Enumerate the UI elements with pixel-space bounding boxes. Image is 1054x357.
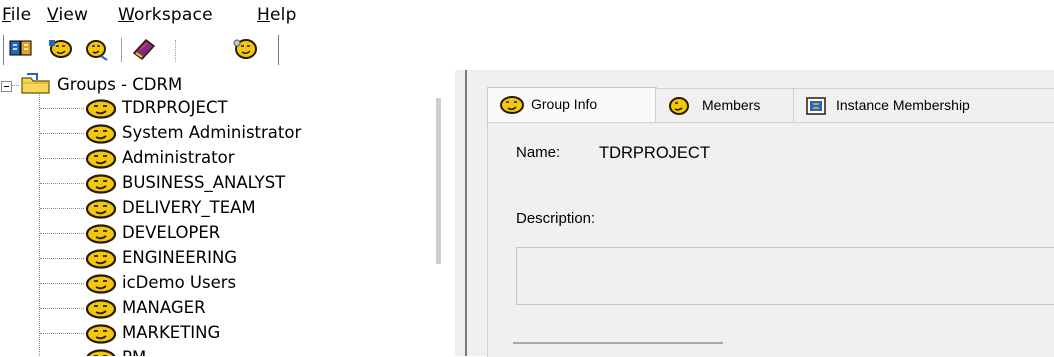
group-edit-icon[interactable] <box>83 36 109 62</box>
name-field[interactable]: TDRPROJECT <box>568 136 1054 170</box>
tree-item-label: DELIVERY_TEAM <box>122 198 256 217</box>
menu-help-mnemonic: H <box>257 5 270 25</box>
tree-item[interactable]: System Administrator <box>0 122 430 146</box>
toolbar <box>0 32 1054 66</box>
instance-icon <box>806 97 826 115</box>
menu-workspace-label: orkspace <box>134 5 213 25</box>
name-value: TDRPROJECT <box>599 144 710 162</box>
group-icon <box>85 174 116 194</box>
group-icon <box>500 96 524 114</box>
tab-label: Members <box>702 97 761 113</box>
tree-item-label: icDemo Users <box>122 273 237 292</box>
toolbar-edge <box>3 35 4 65</box>
group-icon <box>85 274 116 294</box>
tree-item[interactable]: DEVELOPER <box>0 222 430 246</box>
tree-connector <box>40 108 84 109</box>
group-add-icon[interactable] <box>47 36 73 62</box>
group-properties-icon[interactable] <box>232 36 258 62</box>
group-icon <box>85 149 116 169</box>
menu-view-mnemonic: V <box>47 5 59 25</box>
group-icon <box>86 349 116 356</box>
tree-connector <box>40 233 84 234</box>
tree-connector <box>40 283 84 284</box>
tree-item[interactable]: PM <box>0 347 430 356</box>
tree-connector <box>40 158 84 159</box>
tree-root-label: Groups - CDRM <box>57 75 183 94</box>
tree-item[interactable]: ENGINEERING <box>0 247 430 271</box>
menu-file[interactable]: File <box>2 5 31 25</box>
tree-connector <box>40 308 84 309</box>
tree-item[interactable]: BUSINESS_ANALYST <box>0 172 430 196</box>
menu-workspace-mnemonic: W <box>118 5 135 25</box>
group-icon <box>85 199 116 219</box>
tree-connector <box>40 208 84 209</box>
tree-item[interactable]: icDemo Users <box>0 272 430 296</box>
group-icon <box>85 124 116 144</box>
group-icon <box>85 99 116 119</box>
groups-tree: Groups - CDRM TDRPROJECT System Administ… <box>0 70 455 356</box>
tree-connector <box>40 333 84 334</box>
toolbar-separator <box>121 38 122 62</box>
menu-view[interactable]: View <box>47 5 88 25</box>
group-icon <box>85 224 116 244</box>
tree-item-label: MARKETING <box>122 323 221 342</box>
tree-scrollbar-thumb[interactable] <box>436 98 441 264</box>
group-icon <box>85 324 116 344</box>
toolbar-edge-right <box>278 35 279 65</box>
tree-connector <box>40 258 84 259</box>
tree-item-label: TDRPROJECT <box>122 98 228 117</box>
panel-divider <box>513 342 723 344</box>
details-pane: Group Info Members Instance Membership N… <box>465 70 1054 357</box>
group-icon <box>85 249 116 269</box>
tree-root-groups[interactable]: Groups - CDRM <box>0 70 430 94</box>
tree-item-label: PM <box>122 348 146 356</box>
tree-item-label: DEVELOPER <box>122 223 221 242</box>
collapse-icon[interactable] <box>1 81 12 92</box>
member-icon <box>669 97 689 115</box>
tab-members[interactable]: Members <box>655 88 795 122</box>
menu-view-label: iew <box>58 5 89 25</box>
tree-item-label: MANAGER <box>122 298 206 317</box>
name-label: Name: <box>516 144 561 161</box>
tab-label: Group Info <box>531 96 598 112</box>
toolbar-grip[interactable] <box>175 40 178 62</box>
menu-bar: File View Workspace Help <box>0 0 1054 30</box>
tree-connector <box>40 133 84 134</box>
tree-item-label: System Administrator <box>122 123 302 142</box>
tree-connector <box>11 85 19 86</box>
menu-help-label: elp <box>269 5 297 25</box>
menu-workspace[interactable]: Workspace <box>118 5 213 25</box>
group-scan-icon[interactable] <box>8 36 34 62</box>
description-label: Description: <box>516 210 596 227</box>
book-icon[interactable] <box>131 36 157 62</box>
tree-item-label: BUSINESS_ANALYST <box>122 173 286 192</box>
tree-connector <box>40 183 84 184</box>
pane-splitter[interactable] <box>455 70 465 356</box>
tab-instance-membership[interactable]: Instance Membership <box>793 88 1054 122</box>
tree-item[interactable]: MANAGER <box>0 297 430 321</box>
group-icon <box>85 299 116 319</box>
group-info-panel: Name: TDRPROJECT Description: <box>487 122 1054 357</box>
tree-item[interactable]: TDRPROJECT <box>0 97 430 121</box>
menu-help[interactable]: Help <box>257 5 297 25</box>
menu-file-label: ile <box>10 5 32 25</box>
tab-label: Instance Membership <box>836 97 970 113</box>
tree-item[interactable]: DELIVERY_TEAM <box>0 197 430 221</box>
tree-item-label: ENGINEERING <box>122 248 238 267</box>
tab-group-info[interactable]: Group Info <box>487 87 657 123</box>
tree-item-label: Administrator <box>122 148 235 167</box>
description-field[interactable] <box>516 247 1054 305</box>
tree-item[interactable]: MARKETING <box>0 322 430 346</box>
tree-item[interactable]: Administrator <box>0 147 430 171</box>
menu-file-mnemonic: F <box>2 5 11 25</box>
folder-icon <box>21 73 50 94</box>
